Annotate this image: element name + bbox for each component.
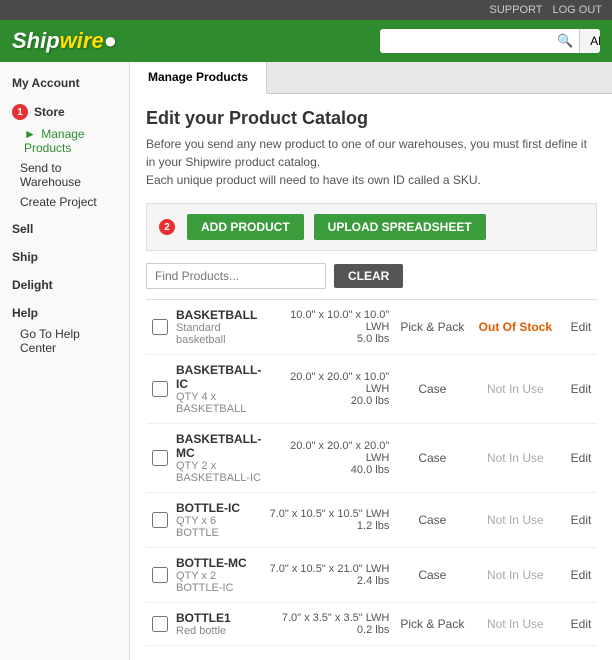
upload-spreadsheet-button[interactable]: UPLOAD SPREADSHEET: [314, 214, 486, 240]
product-desc: Standard basketball: [176, 322, 261, 346]
sidebar-item-create-project[interactable]: Create Project: [0, 192, 129, 212]
product-desc: QTY x 2 BOTTLE-IC: [176, 570, 261, 594]
product-dimensions: 10.0" x 10.0" x 10.0" LWH5.0 lbs: [269, 309, 389, 345]
sidebar-section-ship: Ship: [0, 246, 129, 268]
sidebar-section-account: My Account: [0, 72, 129, 94]
product-checkbox[interactable]: [152, 319, 168, 335]
arrow-icon: ►: [24, 127, 36, 141]
product-checkbox[interactable]: [152, 381, 168, 397]
clear-button[interactable]: CLEAR: [334, 264, 403, 288]
action-badge: 2: [159, 219, 175, 235]
product-sku: BOTTLE1: [176, 611, 261, 625]
product-status: Out Of Stock: [475, 320, 555, 334]
product-info: BOTTLE1 Red bottle: [176, 611, 261, 637]
action-bar: 2 ADD PRODUCT UPLOAD SPREADSHEET: [146, 203, 597, 251]
content-area: Edit your Product Catalog Before you sen…: [130, 94, 612, 660]
product-desc: QTY x 6 BOTTLE: [176, 515, 261, 539]
tab-manage-products[interactable]: Manage Products: [130, 62, 267, 94]
product-dimensions: 20.0" x 20.0" x 20.0" LWH40.0 lbs: [269, 440, 389, 476]
sidebar-item-send-to-warehouse[interactable]: Send to Warehouse: [0, 158, 129, 192]
product-row: BOTTLE-MC QTY x 2 BOTTLE-IC 7.0" x 10.5"…: [146, 548, 597, 603]
product-sku: BOTTLE-IC: [176, 501, 261, 515]
product-edit-link[interactable]: Edit: [563, 382, 591, 396]
product-row: BOTTLE-IC QTY x 6 BOTTLE 7.0" x 10.5" x …: [146, 493, 597, 548]
product-info: BASKETBALL-MC QTY 2 x BASKETBALL-IC: [176, 432, 261, 484]
product-checkbox[interactable]: [152, 512, 168, 528]
product-info: BOTTLE-MC QTY x 2 BOTTLE-IC: [176, 556, 261, 594]
product-desc: QTY 2 x BASKETBALL-IC: [176, 460, 261, 484]
find-products-input[interactable]: [146, 263, 326, 289]
search-row: CLEAR: [146, 263, 597, 289]
sidebar-store-title: 1 Store: [0, 100, 129, 124]
product-checkbox[interactable]: [152, 567, 168, 583]
product-type: Case: [397, 451, 467, 465]
product-type: Case: [397, 568, 467, 582]
search-scope-dropdown[interactable]: All: [579, 29, 600, 53]
sidebar-section-help: Help Go To Help Center: [0, 302, 129, 358]
sidebar-section-sell: Sell: [0, 218, 129, 240]
product-desc: QTY 4 x BASKETBALL: [176, 391, 261, 415]
add-product-button[interactable]: ADD PRODUCT: [187, 214, 304, 240]
product-status: Not In Use: [475, 568, 555, 582]
product-status: Not In Use: [475, 617, 555, 631]
product-info: BOTTLE-IC QTY x 6 BOTTLE: [176, 501, 261, 539]
product-type: Pick & Pack: [397, 617, 467, 631]
product-sku: BASKETBALL-IC: [176, 363, 261, 391]
product-row: BASKETBALL Standard basketball 10.0" x 1…: [146, 300, 597, 355]
product-row: BASKETBALL-MC QTY 2 x BASKETBALL-IC 20.0…: [146, 424, 597, 493]
sidebar-sell-title[interactable]: Sell: [0, 218, 129, 240]
header: Shipwire● 🔍 All: [0, 20, 612, 62]
product-dimensions: 7.0" x 10.5" x 21.0" LWH2.4 lbs: [269, 563, 389, 587]
product-desc: Red bottle: [176, 625, 261, 637]
product-type: Case: [397, 382, 467, 396]
product-checkbox[interactable]: [152, 616, 168, 632]
main-layout: My Account 1 Store ► Manage Products Sen…: [0, 62, 612, 660]
main-content: Manage Products Edit your Product Catalo…: [130, 62, 612, 660]
product-edit-link[interactable]: Edit: [563, 320, 591, 334]
product-dimensions: 7.0" x 10.5" x 10.5" LWH1.2 lbs: [269, 508, 389, 532]
product-sku: BASKETBALL-MC: [176, 432, 261, 460]
product-status: Not In Use: [475, 451, 555, 465]
product-edit-link[interactable]: Edit: [563, 451, 591, 465]
store-badge: 1: [12, 104, 28, 120]
logout-link[interactable]: LOG OUT: [552, 4, 602, 16]
product-edit-link[interactable]: Edit: [563, 617, 591, 631]
product-checkbox[interactable]: [152, 450, 168, 466]
tab-bar: Manage Products: [130, 62, 612, 94]
page-description: Before you send any new product to one o…: [146, 135, 597, 189]
global-search-bar: 🔍 All: [380, 29, 600, 53]
sidebar-section-store: 1 Store ► Manage Products Send to Wareho…: [0, 100, 129, 212]
product-status: Not In Use: [475, 382, 555, 396]
sidebar: My Account 1 Store ► Manage Products Sen…: [0, 62, 130, 660]
global-search-input[interactable]: [380, 30, 551, 52]
product-edit-link[interactable]: Edit: [563, 568, 591, 582]
sidebar-ship-title[interactable]: Ship: [0, 246, 129, 268]
product-info: BASKETBALL Standard basketball: [176, 308, 261, 346]
logo: Shipwire●: [12, 28, 117, 54]
sidebar-item-manage-products[interactable]: ► Manage Products: [0, 124, 129, 158]
search-icon: 🔍: [551, 29, 579, 53]
product-dimensions: 20.0" x 20.0" x 10.0" LWH20.0 lbs: [269, 371, 389, 407]
product-type: Pick & Pack: [397, 320, 467, 334]
top-bar: SUPPORT LOG OUT: [0, 0, 612, 20]
sidebar-delight-title[interactable]: Delight: [0, 274, 129, 296]
product-row: BOTTLE1 Red bottle 7.0" x 3.5" x 3.5" LW…: [146, 603, 597, 646]
sidebar-my-account: My Account: [0, 72, 129, 94]
page-title: Edit your Product Catalog: [146, 108, 597, 129]
product-list: BASKETBALL Standard basketball 10.0" x 1…: [146, 299, 597, 646]
product-info: BASKETBALL-IC QTY 4 x BASKETBALL: [176, 363, 261, 415]
sidebar-section-delight: Delight: [0, 274, 129, 296]
support-link[interactable]: SUPPORT: [490, 4, 543, 16]
sidebar-help-title[interactable]: Help: [0, 302, 129, 324]
product-row: BASKETBALL-IC QTY 4 x BASKETBALL 20.0" x…: [146, 355, 597, 424]
product-sku: BASKETBALL: [176, 308, 261, 322]
product-sku: BOTTLE-MC: [176, 556, 261, 570]
sidebar-item-go-to-help-center[interactable]: Go To Help Center: [0, 324, 129, 358]
product-dimensions: 7.0" x 3.5" x 3.5" LWH0.2 lbs: [269, 612, 389, 636]
